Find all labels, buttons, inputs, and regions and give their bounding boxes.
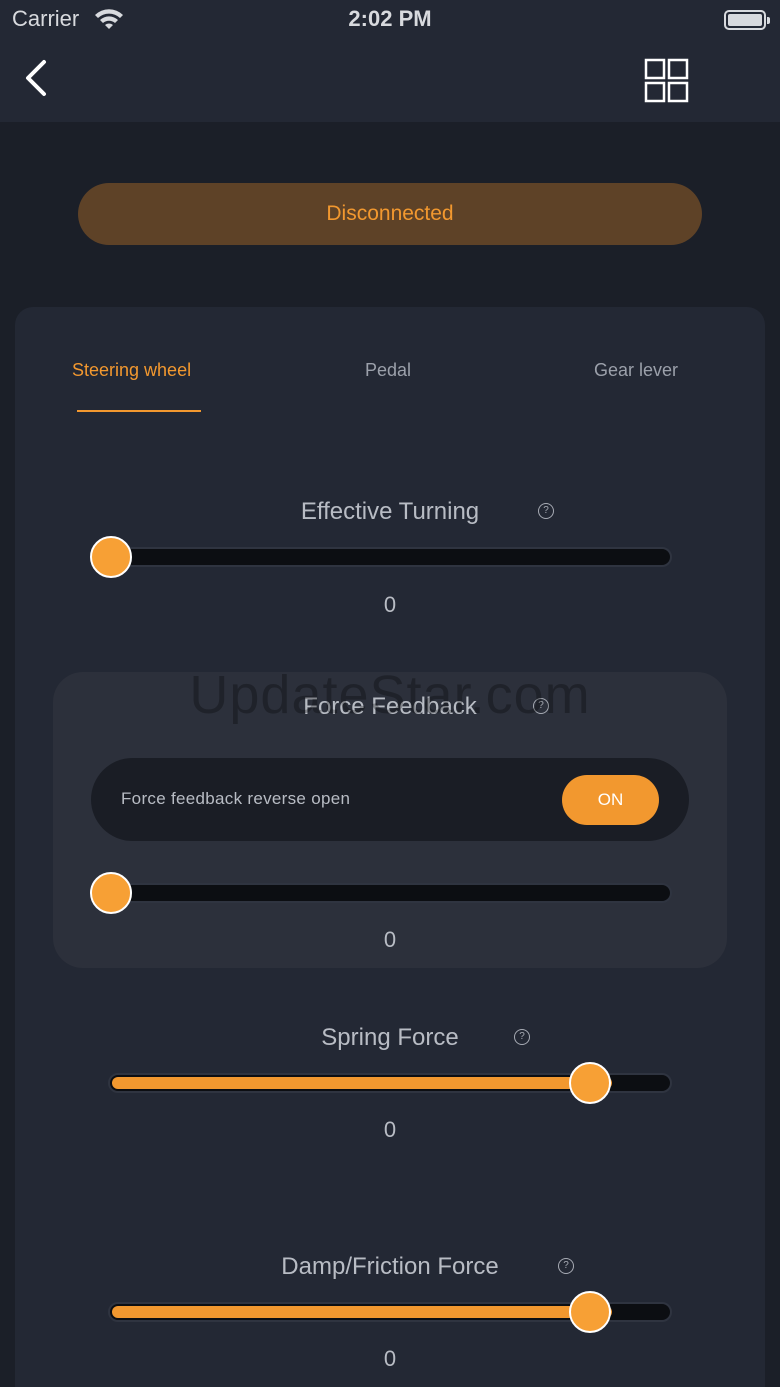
damp-friction-title: Damp/Friction Force — [281, 1253, 499, 1280]
damp-friction-help-icon[interactable]: ? — [558, 1258, 574, 1274]
force-feedback-value: 0 — [383, 927, 397, 952]
effective-turning-slider-thumb[interactable] — [90, 536, 132, 578]
force-feedback-slider-thumb[interactable] — [90, 872, 132, 914]
tab-pedal[interactable]: Pedal — [365, 360, 411, 381]
tab-gear-lever[interactable]: Gear lever — [594, 360, 678, 381]
tab-steering-wheel[interactable]: Steering wheel — [72, 360, 191, 381]
effective-turning-title: Effective Turning — [300, 498, 480, 525]
status-time: 2:02 PM — [348, 6, 432, 31]
menu-grid-button[interactable] — [642, 56, 692, 106]
spring-force-slider-thumb[interactable] — [568, 1062, 611, 1104]
battery-icon — [724, 10, 770, 30]
grid-icon — [644, 58, 689, 103]
spring-force-slider-fill — [112, 1077, 613, 1089]
damp-friction-slider-fill — [112, 1306, 613, 1318]
effective-turning-value: 0 — [383, 592, 397, 617]
damp-friction-slider-thumb[interactable] — [568, 1291, 611, 1333]
back-button[interactable] — [18, 56, 58, 104]
effective-turning-help-icon[interactable]: ? — [538, 503, 554, 519]
spring-force-value: 0 — [383, 1117, 397, 1142]
damp-friction-value: 0 — [383, 1346, 397, 1371]
nav-bar — [0, 42, 780, 122]
chevron-left-icon — [26, 60, 46, 96]
force-feedback-reverse-label: Force feedback reverse open — [121, 789, 351, 808]
force-feedback-slider[interactable] — [108, 883, 672, 903]
active-tab-indicator — [77, 410, 201, 412]
spring-force-help-icon[interactable]: ? — [514, 1029, 530, 1045]
effective-turning-slider[interactable] — [108, 547, 672, 567]
spring-force-title: Spring Force — [321, 1024, 459, 1051]
status-bar: Carrier 2:02 PM — [0, 0, 780, 42]
watermark-text: UpdateStar.com — [189, 665, 591, 725]
connection-status-button[interactable]: Disconnected — [78, 183, 702, 245]
force-feedback-reverse-toggle[interactable]: ON — [562, 775, 659, 825]
